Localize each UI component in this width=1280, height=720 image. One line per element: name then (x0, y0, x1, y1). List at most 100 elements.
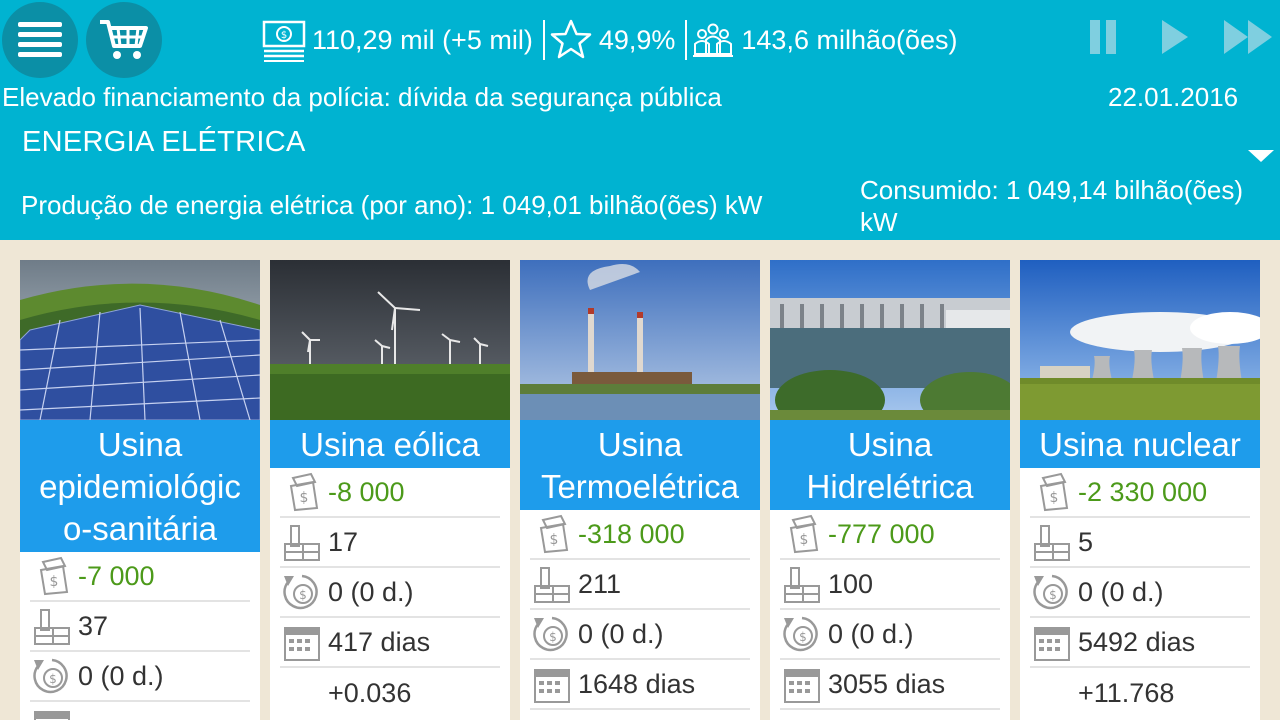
cost-value: -2 330 000 (1078, 476, 1208, 507)
cycle-row: $ 0 (0 d.) (30, 652, 250, 702)
plant-card[interactable]: Usina Termoelétrica $ -318 000 211 $ 0 (… (520, 260, 760, 720)
extra-value: +11.768 (1078, 677, 1175, 708)
calendar-icon (30, 704, 74, 720)
days-value: 1648 dias (578, 668, 696, 699)
svg-text:$: $ (49, 672, 57, 686)
svg-text:$: $ (50, 574, 59, 590)
population-value: 143,6 milhão(ões) (741, 24, 958, 55)
plant-card[interactable]: Usina eólica $ -8 000 17 $ 0 (0 d.) 417 … (270, 260, 510, 720)
cycle-row: $ 0 (0 d.) (530, 610, 750, 660)
plant-title: Usina Termoelétrica (520, 420, 760, 510)
cost-value: -8 000 (328, 476, 405, 507)
cost-row: $ -318 000 (530, 510, 750, 560)
cycle-row: $ 0 (0 d.) (1030, 568, 1250, 618)
extra-row: +0.036 (280, 668, 500, 718)
plant-photo (1020, 260, 1260, 420)
refresh-money-icon: $ (780, 612, 824, 656)
menu-button[interactable] (2, 2, 78, 78)
svg-text:$: $ (1050, 490, 1059, 506)
svg-text:$: $ (550, 532, 559, 548)
fast-forward-icon[interactable] (1222, 18, 1274, 58)
plant-title: Usina epidemiológic o-sanitária (20, 420, 260, 552)
cost-row: $ -2 330 000 (1030, 468, 1250, 518)
cycle-value: 0 (0 d.) (78, 660, 164, 691)
shop-button[interactable] (86, 2, 162, 78)
days-row (30, 702, 250, 720)
top-bar: $ 110,29 mil (+5 mil) 49,9% 143,6 milhão… (0, 0, 1280, 240)
calendar-icon (280, 620, 324, 664)
svg-text:$: $ (549, 630, 557, 644)
game-date: 22.01.2016 (1108, 82, 1239, 112)
count-row: 100 (780, 560, 1000, 610)
pause-icon[interactable] (1088, 18, 1120, 58)
cost-row: $ -777 000 (780, 510, 1000, 560)
extra-row: +11.768 (1030, 668, 1250, 718)
cycle-value: 0 (0 d.) (578, 618, 664, 649)
svg-text:$: $ (281, 30, 287, 41)
cycle-row: $ 0 (0 d.) (280, 568, 500, 618)
days-value: 5492 dias (1078, 626, 1196, 657)
factory-icon (30, 604, 74, 648)
svg-text:$: $ (800, 532, 809, 548)
count-row: 37 (30, 602, 250, 652)
money-bag-icon: $ (530, 512, 574, 556)
count-row: 17 (280, 518, 500, 568)
cart-icon (100, 20, 148, 59)
extra-value: +0.036 (328, 677, 412, 708)
people-icon (693, 23, 734, 57)
money-bag-icon: $ (280, 470, 324, 514)
plant-photo (520, 260, 760, 420)
plant-photo (270, 260, 510, 420)
money-bag-icon: $ (780, 512, 824, 556)
factory-icon (530, 562, 574, 606)
money-stat[interactable]: $ 110,29 mil (+5 mil) (262, 18, 533, 62)
days-row: 417 dias (280, 618, 500, 668)
population-stat[interactable]: 143,6 milhão(ões) (691, 18, 958, 62)
play-icon[interactable] (1160, 18, 1190, 58)
plant-card[interactable]: Usina nuclear $ -2 330 000 5 $ 0 (0 d.) … (1020, 260, 1260, 720)
plant-title: Usina Hidrelétrica (770, 420, 1010, 510)
count-value: 100 (828, 568, 874, 599)
news-ticker[interactable]: Elevado financiamento da polícia: dívida… (2, 82, 722, 113)
count-value: 17 (328, 526, 359, 557)
rating-value: 49,9% (598, 24, 676, 55)
section-title: ENERGIA ELÉTRICA (22, 126, 306, 158)
count-value: 37 (78, 610, 109, 641)
money-bag-icon: $ (30, 554, 74, 598)
menu-icon (18, 22, 62, 57)
cycle-value: 0 (0 d.) (828, 618, 914, 649)
plant-title: Usina nuclear (1020, 420, 1260, 468)
count-row: 211 (530, 560, 750, 610)
cost-value: -318 000 (578, 518, 685, 549)
calendar-icon (780, 662, 824, 706)
energy-icon (280, 671, 324, 715)
rating-stat[interactable]: 49,9% (549, 18, 676, 62)
svg-text:$: $ (300, 490, 309, 506)
cost-value: -777 000 (828, 518, 935, 549)
days-value: 3055 dias (828, 668, 946, 699)
days-row: 5492 dias (1030, 618, 1250, 668)
section-dropdown-icon[interactable] (1248, 150, 1274, 162)
plant-card[interactable]: Usina epidemiológic o-sanitária $ -7 000… (20, 260, 260, 720)
cycle-value: 0 (0 d.) (328, 576, 414, 607)
days-value: 417 dias (328, 626, 431, 657)
energy-consumed: Consumido: 1 049,14 bilhão(ões) kW (860, 175, 1244, 237)
svg-text:$: $ (299, 588, 307, 602)
plant-photo (770, 260, 1010, 420)
days-row: 1648 dias (530, 660, 750, 710)
refresh-money-icon: $ (1030, 570, 1074, 614)
cost-row: $ -8 000 (280, 468, 500, 518)
count-row: 5 (1030, 518, 1250, 568)
cost-row: $ -7 000 (30, 552, 250, 602)
energy-icon (1030, 671, 1074, 715)
plant-card[interactable]: Usina Hidrelétrica $ -777 000 100 $ 0 (0… (770, 260, 1010, 720)
calendar-icon (1030, 620, 1074, 664)
count-value: 211 (578, 568, 622, 599)
factory-icon (780, 562, 824, 606)
star-icon (550, 19, 592, 59)
svg-text:$: $ (1049, 588, 1057, 602)
stats-bar: $ 110,29 mil (+5 mil) 49,9% 143,6 milhão… (262, 12, 958, 68)
money-icon: $ (262, 20, 306, 62)
svg-text:$: $ (799, 630, 807, 644)
money-value: 110,29 mil (+5 mil) (312, 24, 533, 55)
